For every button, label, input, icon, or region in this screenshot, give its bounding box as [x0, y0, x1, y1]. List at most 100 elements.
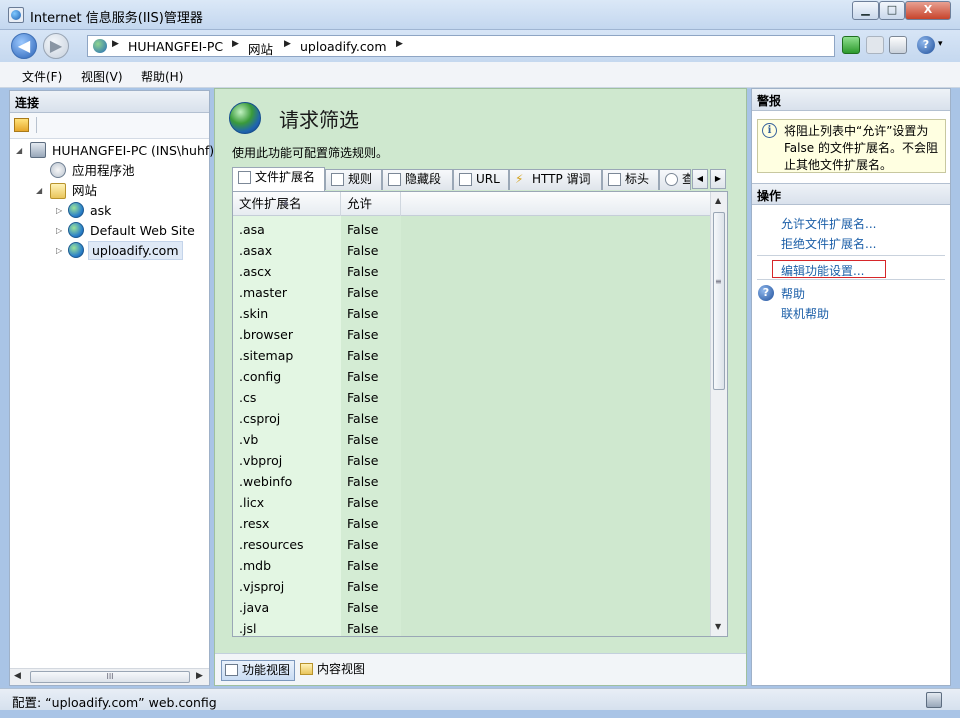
scroll-thumb[interactable] — [713, 212, 725, 390]
table-row[interactable]: .vjsproj False — [233, 576, 711, 597]
tab-query-strings[interactable]: 查 — [659, 169, 691, 190]
online-help-link[interactable]: 联机帮助 — [781, 305, 829, 322]
table-row[interactable]: .licx False — [233, 492, 711, 513]
close-button[interactable]: X — [905, 1, 951, 20]
table-row[interactable]: .cs False — [233, 387, 711, 408]
table-row[interactable]: .vbproj False — [233, 450, 711, 471]
deny-extension-link[interactable]: 拒绝文件扩展名... — [781, 235, 876, 252]
help-link[interactable]: 帮助 — [781, 285, 805, 302]
allowed-cell: False — [347, 453, 379, 468]
refresh-icon[interactable] — [842, 36, 860, 54]
table-row[interactable]: .webinfo False — [233, 471, 711, 492]
allowed-cell: False — [347, 264, 379, 279]
scroll-thumb[interactable]: III — [30, 671, 190, 683]
help-dropdown-arrow[interactable]: ▾ — [938, 39, 943, 49]
document-icon — [238, 171, 251, 184]
scroll-up-icon[interactable]: ▲ — [715, 196, 721, 205]
features-view-button[interactable]: 功能视图 — [221, 660, 296, 681]
tree-node-app-pools[interactable]: 应用程序池 — [50, 161, 200, 180]
tab-rules[interactable]: 规则 — [325, 169, 382, 190]
tree-node-label: Default Web Site — [90, 223, 195, 238]
breadcrumb-separator[interactable]: ▶ — [396, 39, 403, 49]
table-row[interactable]: .sitemap False — [233, 345, 711, 366]
breadcrumb-sites[interactable]: 网站 — [248, 39, 273, 58]
breadcrumb-separator[interactable]: ▶ — [284, 39, 291, 49]
table-row[interactable]: .config False — [233, 366, 711, 387]
expand-arrow-icon[interactable]: ▷ — [56, 201, 62, 220]
allowed-cell: False — [347, 495, 379, 510]
expand-arrow-icon[interactable]: ▷ — [56, 221, 62, 240]
menu-help[interactable]: 帮助(H) — [141, 68, 183, 85]
request-filtering-icon — [229, 102, 261, 134]
create-connection-icon[interactable] — [14, 118, 29, 132]
expand-arrow-icon[interactable]: ▷ — [56, 241, 62, 260]
table-row[interactable]: .csproj False — [233, 408, 711, 429]
table-row[interactable]: .vb False — [233, 429, 711, 450]
column-header-label: 允许 — [347, 196, 373, 211]
tab-http-verbs[interactable]: ⚡ HTTP 谓词 — [509, 169, 602, 190]
address-bar[interactable]: ▶ HUHANGFEI-PC ▶ 网站 ▶ uploadify.com ▶ — [87, 35, 835, 57]
collapse-arrow-icon[interactable]: ◢ — [16, 141, 22, 160]
table-row[interactable]: .ascx False — [233, 261, 711, 282]
column-header-allowed[interactable]: 允许 — [341, 192, 401, 216]
table-row[interactable]: .jsl False — [233, 618, 711, 636]
allowed-cell: False — [347, 432, 379, 447]
table-row[interactable]: .master False — [233, 282, 711, 303]
table-row[interactable]: .skin False — [233, 303, 711, 324]
tab-scroll-right-button[interactable]: ▶ — [710, 169, 726, 189]
toolbar-divider — [36, 117, 37, 133]
tree-node-sites[interactable]: ◢ 网站 — [36, 181, 186, 200]
tree-node-site-ask[interactable]: ▷ ask — [56, 201, 196, 220]
stop-icon[interactable] — [866, 36, 884, 54]
folder-icon — [50, 183, 66, 199]
scroll-down-icon[interactable]: ▼ — [715, 622, 721, 631]
tab-scroll-left-button[interactable]: ◀ — [692, 169, 708, 189]
table-row[interactable]: .java False — [233, 597, 711, 618]
extension-cell: .ascx — [239, 264, 272, 279]
table-row[interactable]: .asax False — [233, 240, 711, 261]
table-row[interactable]: .resx False — [233, 513, 711, 534]
extension-cell: .resources — [239, 537, 304, 552]
home-icon[interactable] — [889, 36, 907, 54]
breadcrumb-separator[interactable]: ▶ — [232, 39, 239, 49]
extension-cell: .sitemap — [239, 348, 294, 363]
extensions-table: ▲ 文件扩展名 允许 .asa False .asax False .ascx False… — [232, 191, 728, 637]
collapse-arrow-icon[interactable]: ◢ — [36, 181, 42, 200]
app-pool-icon — [50, 162, 66, 178]
breadcrumb-separator[interactable]: ▶ — [112, 39, 119, 49]
allowed-cell: False — [347, 516, 379, 531]
extension-cell: .java — [239, 600, 270, 615]
extension-cell: .vjsproj — [239, 579, 285, 594]
back-button[interactable]: ◀ — [11, 33, 37, 59]
table-row[interactable]: .resources False — [233, 534, 711, 555]
menu-file[interactable]: 文件(F) — [22, 68, 62, 85]
horizontal-scrollbar[interactable]: ◀ III ▶ — [10, 668, 209, 685]
scroll-left-icon[interactable]: ◀ — [14, 671, 21, 681]
allowed-cell: False — [347, 474, 379, 489]
help-icon[interactable]: ? — [917, 36, 935, 54]
minimize-button[interactable]: ▁ — [852, 1, 879, 20]
tab-file-extensions[interactable]: 文件扩展名 — [232, 167, 325, 191]
tab-url[interactable]: URL — [453, 169, 509, 190]
server-icon — [30, 142, 46, 158]
scroll-right-icon[interactable]: ▶ — [196, 671, 203, 681]
breadcrumb-site[interactable]: uploadify.com — [300, 39, 387, 54]
status-text: 配置: “uploadify.com” web.config — [12, 695, 217, 710]
vertical-scrollbar[interactable]: ▲ ≡ ▼ — [710, 192, 727, 636]
allowed-cell: False — [347, 621, 379, 636]
tree-node-server[interactable]: ◢ HUHANGFEI-PC (INS\huhf) — [16, 141, 214, 160]
table-row[interactable]: .asa False — [233, 219, 711, 240]
tree-node-site-uploadify[interactable]: ▷ uploadify.com — [56, 241, 206, 260]
menu-view[interactable]: 视图(V) — [81, 68, 123, 85]
tab-hidden-segments[interactable]: 隐藏段 — [382, 169, 453, 190]
table-row[interactable]: .browser False — [233, 324, 711, 345]
allow-extension-link[interactable]: 允许文件扩展名... — [781, 215, 876, 232]
content-view-button[interactable]: 内容视图 — [297, 660, 365, 681]
breadcrumb-server[interactable]: HUHANGFEI-PC — [128, 39, 223, 54]
column-header-extension[interactable]: ▲ 文件扩展名 — [233, 192, 341, 216]
maximize-button[interactable]: □ — [879, 1, 905, 20]
table-row[interactable]: .mdb False — [233, 555, 711, 576]
tab-headers[interactable]: 标头 — [602, 169, 659, 190]
forward-button[interactable]: ▶ — [43, 33, 69, 59]
tree-node-site-default[interactable]: ▷ Default Web Site — [56, 221, 206, 240]
